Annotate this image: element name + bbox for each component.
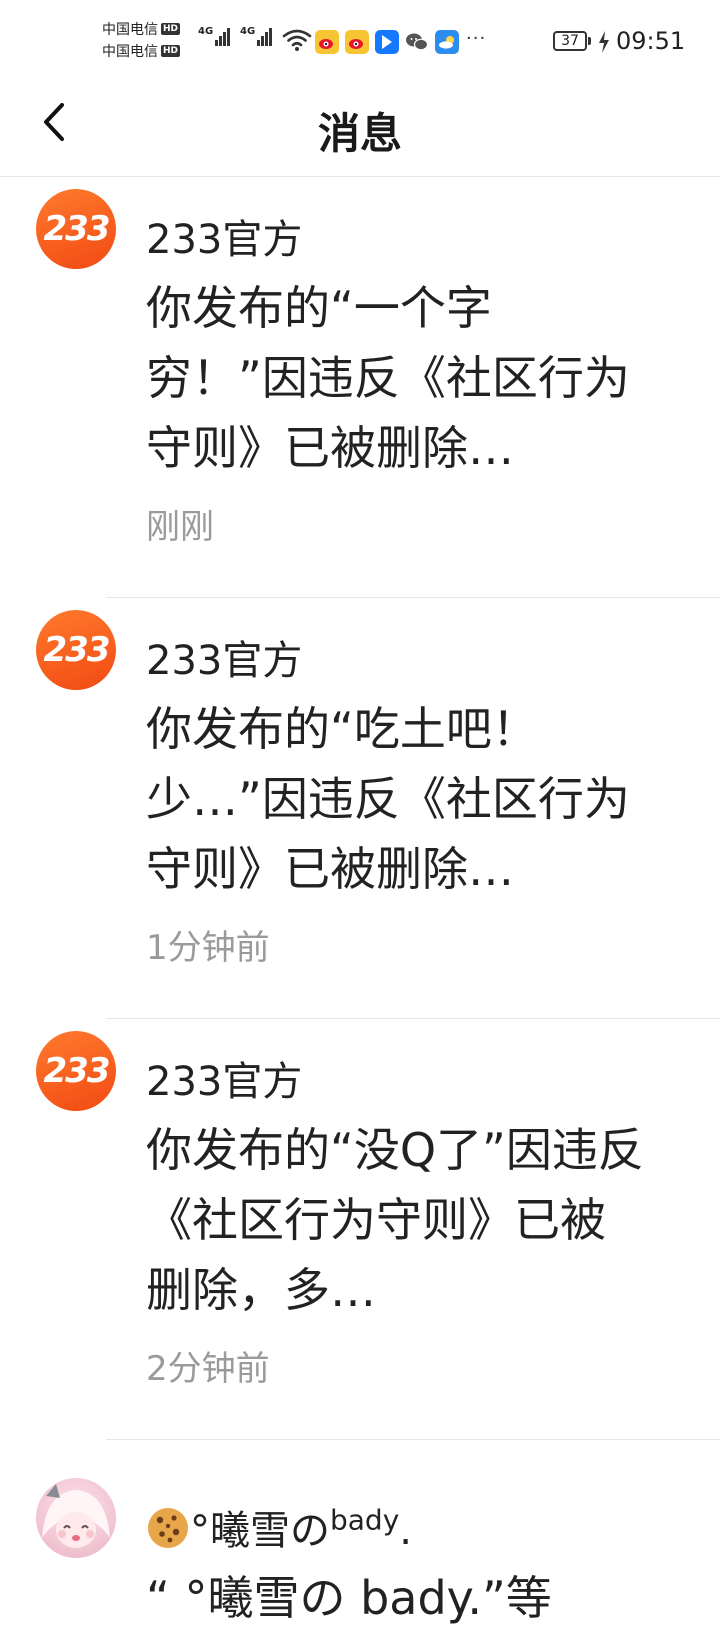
more-notifications-icon: ··· xyxy=(466,28,487,49)
message-item[interactable]: °曦雪のbady. “ °曦雪の bady.”等 xyxy=(0,1440,720,1625)
charging-icon xyxy=(599,31,609,53)
sender-name: 233官方 xyxy=(146,217,303,263)
avatar[interactable] xyxy=(36,1478,116,1558)
anime-girl-avatar-icon xyxy=(42,1484,110,1548)
wifi-icon xyxy=(282,29,312,51)
avatar[interactable]: 233 xyxy=(36,189,116,269)
network-type-label: 4G xyxy=(198,26,214,37)
message-text: 你发布的“没Q了”因违反《社区行为守则》已被删除，多… xyxy=(146,1123,644,1317)
user-name-text: °曦雪の xyxy=(190,1508,330,1554)
message-item[interactable]: 233 233官方 你发布的“没Q了”因违反《社区行为守则》已被删除，多… 2分… xyxy=(0,1019,720,1440)
sender-name: 233官方 xyxy=(146,638,303,684)
hd-badge: HD xyxy=(161,23,181,35)
cookie-icon xyxy=(148,1508,188,1548)
carrier-info: 中国电信 HD 中国电信 HD xyxy=(102,18,194,62)
page-title: 消息 xyxy=(317,109,402,158)
signal-icon: 4G xyxy=(240,26,273,46)
battery-tip xyxy=(588,37,591,45)
signal-icon: 4G xyxy=(198,26,231,46)
message-time: 刚刚 xyxy=(146,507,214,547)
message-item[interactable]: 233 233官方 你发布的“一个字穷！”因违反《社区行为守则》已被删除… 刚刚 xyxy=(0,177,720,598)
app-header: 消息 xyxy=(0,84,720,177)
user-name-sup: bady xyxy=(330,1503,400,1537)
user-name-suffix: . xyxy=(399,1508,412,1554)
status-bar: 中国电信 HD 中国电信 HD 4G 4G ··· 37 09:51 xyxy=(0,0,720,84)
battery-icon: 37 xyxy=(553,31,587,51)
message-time: 1分钟前 xyxy=(146,928,270,968)
message-item[interactable]: 233 233官方 你发布的“吃土吧！少…”因违反《社区行为守则》已被删除… 1… xyxy=(0,598,720,1019)
browser-icon xyxy=(375,30,399,54)
sender-name: 233官方 xyxy=(146,1059,303,1105)
battery-level: 37 xyxy=(561,33,579,49)
weather-icon xyxy=(435,30,459,54)
carrier-label: 中国电信 xyxy=(102,44,158,60)
sender-name: °曦雪のbady. xyxy=(146,1498,412,1556)
message-text: 你发布的“一个字穷！”因违反《社区行为守则》已被删除… xyxy=(146,281,630,475)
wechat-icon xyxy=(405,30,429,54)
avatar[interactable]: 233 xyxy=(36,1031,116,1111)
hd-badge: HD xyxy=(161,45,181,57)
clock: 09:51 xyxy=(616,27,686,55)
message-text: “ °曦雪の bady.”等 xyxy=(146,1571,552,1625)
avatar[interactable]: 233 xyxy=(36,610,116,690)
carrier-label: 中国电信 xyxy=(102,22,158,38)
message-text: 你发布的“吃土吧！少…”因违反《社区行为守则》已被删除… xyxy=(146,702,630,896)
weibo-icon xyxy=(315,30,339,54)
weibo-icon xyxy=(345,30,369,54)
message-list: 233 233官方 你发布的“一个字穷！”因违反《社区行为守则》已被删除… 刚刚… xyxy=(0,177,720,1625)
message-time: 2分钟前 xyxy=(146,1349,270,1389)
network-type-label: 4G xyxy=(240,26,256,37)
